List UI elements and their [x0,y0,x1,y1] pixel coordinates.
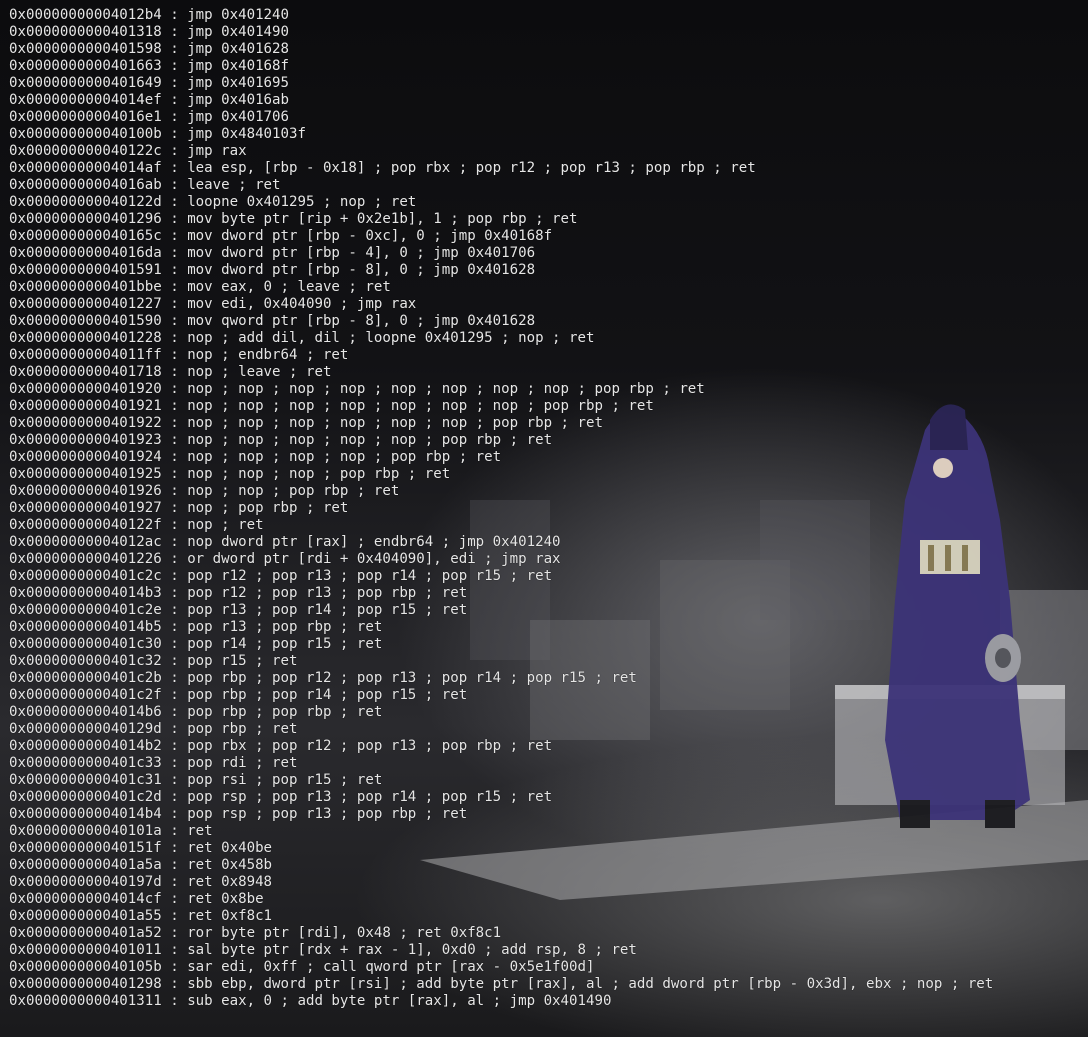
terminal-line: 0x0000000000401663 : jmp 0x40168f [9,58,290,74]
terminal-line: 0x0000000000401c2b : pop rbp ; pop r12 ;… [9,670,637,686]
terminal-line: 0x0000000000401923 : nop ; nop ; nop ; n… [9,432,553,448]
terminal-line: 0x0000000000401c2c : pop r12 ; pop r13 ;… [9,568,553,584]
terminal-line: 0x0000000000401591 : mov dword ptr [rbp … [9,262,536,278]
terminal-line: 0x0000000000401311 : sub eax, 0 ; add by… [9,993,612,1009]
terminal-line: 0x00000000004014ef : jmp 0x4016ab [9,92,290,108]
terminal-line: 0x0000000000401011 : sal byte ptr [rdx +… [9,942,637,958]
terminal-line: 0x0000000000401598 : jmp 0x401628 [9,41,290,57]
terminal-line: 0x0000000000401c31 : pop rsi ; pop r15 ;… [9,772,383,788]
terminal-line: 0x0000000000401bbe : mov eax, 0 ; leave … [9,279,391,295]
terminal-line: 0x0000000000401c2f : pop rbp ; pop r14 ;… [9,687,468,703]
terminal-line: 0x00000000004016da : mov dword ptr [rbp … [9,245,536,261]
terminal-line: 0x000000000040101a : ret [9,823,213,839]
terminal-line: 0x00000000004014cf : ret 0x8be [9,891,264,907]
terminal-line: 0x0000000000401649 : jmp 0x401695 [9,75,290,91]
terminal-line: 0x0000000000401c2d : pop rsp ; pop r13 ;… [9,789,553,805]
terminal-line: 0x0000000000401a5a : ret 0x458b [9,857,273,873]
terminal-line: 0x00000000004011ff : nop ; endbr64 ; ret [9,347,349,363]
terminal-line: 0x000000000040122f : nop ; ret [9,517,264,533]
terminal-line: 0x0000000000401a55 : ret 0xf8c1 [9,908,273,924]
terminal-line: 0x000000000040122c : jmp rax [9,143,247,159]
terminal-line: 0x0000000000401a52 : ror byte ptr [rdi],… [9,925,502,941]
terminal-line: 0x0000000000401226 : or dword ptr [rdi +… [9,551,561,567]
terminal-line: 0x00000000004014b5 : pop r13 ; pop rbp ;… [9,619,383,635]
terminal-line: 0x0000000000401c32 : pop r15 ; ret [9,653,298,669]
terminal-line: 0x0000000000401926 : nop ; nop ; pop rbp… [9,483,400,499]
terminal-line: 0x00000000004014b3 : pop r12 ; pop r13 ;… [9,585,468,601]
terminal-line: 0x0000000000401228 : nop ; add dil, dil … [9,330,595,346]
terminal-line: 0x00000000004014af : lea esp, [rbp - 0x1… [9,160,756,176]
terminal-line: 0x0000000000401590 : mov qword ptr [rbp … [9,313,536,329]
terminal-line: 0x0000000000401227 : mov edi, 0x404090 ;… [9,296,417,312]
terminal-line: 0x000000000040165c : mov dword ptr [rbp … [9,228,553,244]
terminal-line: 0x000000000040100b : jmp 0x4840103f [9,126,306,142]
terminal-line: 0x000000000040129d : pop rbp ; ret [9,721,298,737]
terminal-line: 0x000000000040105b : sar edi, 0xff ; cal… [9,959,595,975]
terminal-line: 0x0000000000401922 : nop ; nop ; nop ; n… [9,415,603,431]
terminal-line: 0x000000000040197d : ret 0x8948 [9,874,273,890]
terminal-line: 0x0000000000401296 : mov byte ptr [rip +… [9,211,578,227]
terminal-line: 0x0000000000401718 : nop ; leave ; ret [9,364,332,380]
terminal-line: 0x0000000000401298 : sbb ebp, dword ptr … [9,976,994,992]
terminal-output: 0x00000000004012b4 : jmp 0x401240 0x00000… [9,7,993,1010]
terminal-line: 0x00000000004014b4 : pop rsp ; pop r13 ;… [9,806,468,822]
terminal-line: 0x000000000040151f : ret 0x40be [9,840,273,856]
terminal-line: 0x0000000000401c30 : pop r14 ; pop r15 ;… [9,636,383,652]
terminal-line: 0x00000000004016ab : leave ; ret [9,177,281,193]
terminal-line: 0x0000000000401925 : nop ; nop ; nop ; p… [9,466,451,482]
terminal-line: 0x0000000000401318 : jmp 0x401490 [9,24,290,40]
terminal-line: 0x0000000000401924 : nop ; nop ; nop ; n… [9,449,502,465]
terminal-line: 0x00000000004014b6 : pop rbp ; pop rbp ;… [9,704,383,720]
terminal-line: 0x0000000000401921 : nop ; nop ; nop ; n… [9,398,654,414]
terminal-line: 0x0000000000401927 : nop ; pop rbp ; ret [9,500,349,516]
terminal-line: 0x000000000040122d : loopne 0x401295 ; n… [9,194,417,210]
terminal-line: 0x0000000000401c33 : pop rdi ; ret [9,755,298,771]
terminal-line: 0x00000000004016e1 : jmp 0x401706 [9,109,290,125]
terminal-line: 0x00000000004012ac : nop dword ptr [rax]… [9,534,561,550]
terminal-line: 0x00000000004012b4 : jmp 0x401240 [9,7,290,23]
terminal-line: 0x0000000000401920 : nop ; nop ; nop ; n… [9,381,705,397]
terminal-line: 0x00000000004014b2 : pop rbx ; pop r12 ;… [9,738,553,754]
terminal-line: 0x0000000000401c2e : pop r13 ; pop r14 ;… [9,602,468,618]
